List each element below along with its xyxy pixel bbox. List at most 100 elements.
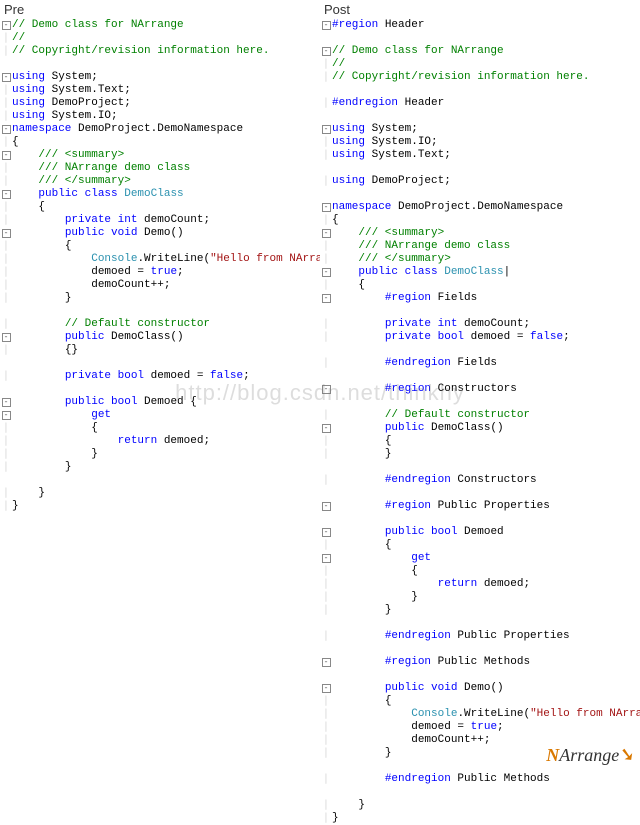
fold-gutter[interactable]: - [320,500,332,513]
narrange-logo: NArrange➘ [546,742,634,767]
fold-gutter: │ [0,422,12,435]
fold-gutter[interactable]: - [320,227,332,240]
code-text: demoed = true; [12,266,320,279]
fold-gutter: │ [320,734,332,747]
code-text: demoed = true; [332,721,640,734]
fold-gutter: │ [0,292,12,305]
fold-gutter[interactable]: - [320,201,332,214]
fold-minus-icon[interactable]: - [322,47,331,56]
fold-gutter: │ [0,136,12,149]
code-text: #endregion Fields [332,357,640,370]
code-text: // Copyright/revision information here. [332,71,640,84]
fold-gutter: │ [0,435,12,448]
fold-gutter[interactable]: - [320,266,332,279]
fold-gutter: │ [320,812,332,825]
fold-minus-icon[interactable]: - [322,424,331,433]
fold-minus-icon[interactable]: - [322,554,331,563]
fold-gutter[interactable]: - [0,396,12,409]
fold-gutter[interactable]: - [320,656,332,669]
code-line [320,110,640,123]
fold-minus-icon[interactable]: - [322,125,331,134]
fold-gutter[interactable]: - [0,149,12,162]
fold-minus-icon[interactable]: - [322,294,331,303]
code-line [320,396,640,409]
code-text: private bool demoed = false; [332,331,640,344]
fold-minus-icon[interactable]: - [322,21,331,30]
fold-gutter[interactable]: - [320,682,332,695]
fold-gutter[interactable]: - [320,383,332,396]
fold-minus-icon[interactable]: - [2,398,11,407]
fold-gutter[interactable]: - [320,526,332,539]
fold-gutter[interactable]: - [320,45,332,58]
fold-minus-icon[interactable]: - [322,502,331,511]
code-text: public DemoClass() [332,422,640,435]
fold-gutter: │ [320,318,332,331]
fold-gutter: │ [320,149,332,162]
fold-gutter: │ [320,721,332,734]
code-line: │} [320,812,640,825]
code-text: { [12,240,320,253]
fold-minus-icon[interactable]: - [2,21,11,30]
code-line: - public bool Demoed { [0,396,320,409]
fold-gutter[interactable]: - [0,331,12,344]
code-line [320,617,640,630]
fold-minus-icon[interactable]: - [2,125,11,134]
fold-gutter[interactable]: - [0,227,12,240]
fold-gutter: │ [320,448,332,461]
fold-gutter: │ [320,773,332,786]
code-line [320,162,640,175]
fold-gutter[interactable]: - [320,552,332,565]
code-text: } [332,799,640,812]
fold-gutter: │ [320,799,332,812]
code-text: } [332,591,640,604]
code-line: │ /// </summary> [0,175,320,188]
fold-minus-icon[interactable]: - [322,203,331,212]
code-text: /// </summary> [12,175,320,188]
fold-gutter: │ [320,214,332,227]
fold-gutter: │ [320,747,332,760]
code-text: #region Fields [332,292,640,305]
fold-minus-icon[interactable]: - [322,229,331,238]
fold-minus-icon[interactable]: - [322,268,331,277]
fold-gutter: │ [320,136,332,149]
code-text: // Copyright/revision information here. [12,45,320,58]
pre-title: Pre [0,0,320,19]
fold-minus-icon[interactable]: - [2,73,11,82]
code-text: private int demoCount; [332,318,640,331]
fold-minus-icon[interactable]: - [322,385,331,394]
fold-gutter[interactable]: - [0,409,12,422]
fold-minus-icon[interactable]: - [2,151,11,160]
fold-minus-icon[interactable]: - [2,190,11,199]
fold-gutter[interactable]: - [320,123,332,136]
fold-minus-icon[interactable]: - [2,411,11,420]
code-line [320,344,640,357]
pre-code-editor[interactable]: -// Demo class for NArrange│//│// Copyri… [0,19,320,513]
fold-minus-icon[interactable]: - [2,229,11,238]
fold-gutter[interactable]: - [320,422,332,435]
fold-minus-icon[interactable]: - [322,528,331,537]
code-text: { [332,279,640,292]
fold-gutter[interactable]: - [0,19,12,32]
code-text: // Demo class for NArrange [12,19,320,32]
code-line: │{ [320,214,640,227]
fold-gutter[interactable]: - [0,71,12,84]
fold-gutter[interactable]: - [0,188,12,201]
logo-arrow-icon: ➘ [617,744,634,766]
fold-gutter[interactable]: - [320,19,332,32]
fold-gutter: │ [0,500,12,513]
fold-gutter[interactable]: - [320,292,332,305]
code-text: } [12,487,320,500]
code-text: #endregion Header [332,97,640,110]
code-line [0,357,320,370]
code-text: namespace DemoProject.DemoNamespace [332,201,640,214]
code-text: public void Demo() [12,227,320,240]
fold-gutter[interactable]: - [0,123,12,136]
code-line: - public class DemoClass [0,188,320,201]
fold-minus-icon[interactable]: - [2,333,11,342]
fold-minus-icon[interactable]: - [322,684,331,693]
code-text: } [332,448,640,461]
code-line: │ } [320,799,640,812]
post-code-editor[interactable]: -#region Header-// Demo class for NArran… [320,19,640,825]
code-line: │ {} [0,344,320,357]
fold-minus-icon[interactable]: - [322,658,331,667]
